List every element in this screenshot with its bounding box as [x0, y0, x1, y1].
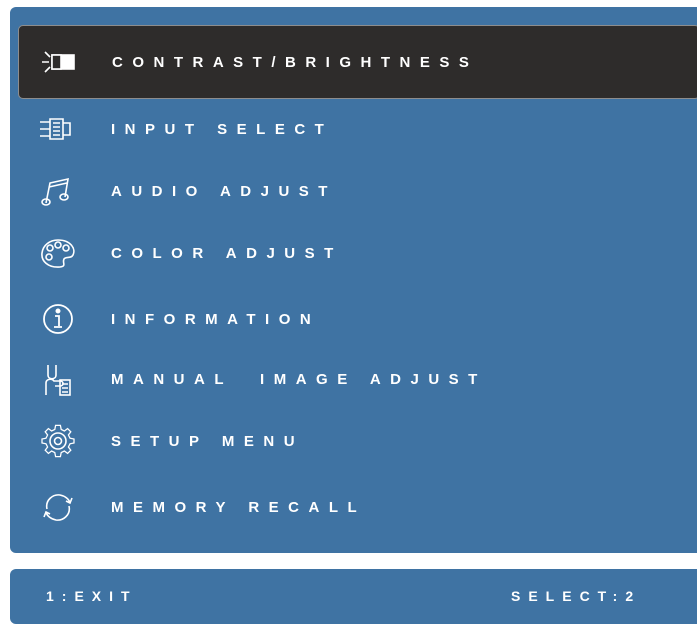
information-icon: [36, 299, 80, 339]
audio-icon: [36, 171, 80, 211]
manual-image-adjust-icon: [36, 359, 80, 399]
menu-label: SETUP MENU: [111, 432, 305, 450]
color-palette-icon: [36, 233, 80, 273]
menu-item-color-adjust[interactable]: COLOR ADJUST: [18, 216, 697, 290]
select-hint: SELECT:2: [511, 588, 642, 604]
menu-label: MEMORY RECALL: [111, 498, 367, 516]
menu-item-contrast-brightness[interactable]: CONTRAST/BRIGHTNESS: [18, 25, 697, 99]
menu-label: CONTRAST/BRIGHTNESS: [112, 53, 479, 71]
menu-item-setup-menu[interactable]: SETUP MENU: [18, 404, 697, 478]
input-select-icon: [36, 109, 80, 149]
menu-label: COLOR ADJUST: [111, 244, 343, 262]
menu-label: INPUT SELECT: [111, 120, 334, 138]
menu-label: AUDIO ADJUST: [111, 182, 337, 200]
contrast-brightness-icon: [37, 42, 81, 82]
menu-label: INFORMATION: [111, 310, 321, 328]
exit-hint: 1:EXIT: [46, 588, 138, 604]
memory-recall-icon: [36, 487, 80, 527]
osd-status-bar: 1:EXIT SELECT:2: [10, 569, 697, 624]
menu-item-memory-recall[interactable]: MEMORY RECALL: [18, 470, 697, 544]
menu-label: MANUAL IMAGE ADJUST: [111, 370, 487, 388]
gear-icon: [36, 421, 80, 461]
